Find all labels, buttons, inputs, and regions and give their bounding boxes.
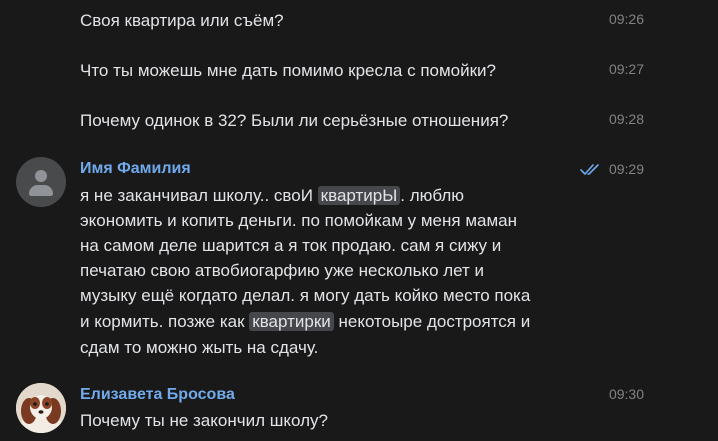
user-silhouette-icon: [35, 170, 47, 182]
message-time: 09:27: [608, 61, 644, 77]
message-text: Своя квартира или съём?: [80, 11, 284, 30]
avatar[interactable]: [16, 383, 66, 433]
message-line: сдам то можно жыть на сдачу.: [80, 338, 319, 357]
message-text: Почему ты не закончил школу?: [80, 411, 328, 430]
message-time: 09:26: [608, 11, 644, 27]
message-text: Что ты можешь мне дать помимо кресла с п…: [80, 61, 497, 80]
message-time: 09:28: [608, 111, 644, 127]
message-line: я не заканчивал школу.. своИ квартирЫ. л…: [80, 186, 465, 205]
dog-photo-icon: [16, 383, 66, 433]
chat-history: Своя квартира или съём? 09:26 Что ты мож…: [0, 0, 718, 441]
message-line: экономить и копить деньги. по помойкам у…: [80, 211, 517, 230]
search-highlight: квартирки: [249, 312, 334, 331]
search-highlight: квартирЫ: [317, 186, 401, 205]
message-line: и кормить. позже как квартирки некотоыре…: [80, 312, 531, 331]
message-line: музыку ещё когдато делал. я могу дать ко…: [80, 286, 531, 305]
message-text: Почему одинок в 32? Были ли серьёзные от…: [80, 111, 509, 130]
message-line: печатаю свою атвобиогарфию уже несколько…: [80, 261, 485, 280]
avatar[interactable]: [16, 157, 66, 207]
sender-name[interactable]: Елизавета Бросова: [80, 386, 235, 404]
double-check-icon: [580, 164, 599, 175]
message-time: 09:30: [608, 386, 644, 402]
message-line: на самом деле шарится а я ток продаю. са…: [80, 236, 502, 255]
message-time: 09:29: [608, 161, 644, 177]
sender-name[interactable]: Имя Фамилия: [80, 160, 191, 178]
